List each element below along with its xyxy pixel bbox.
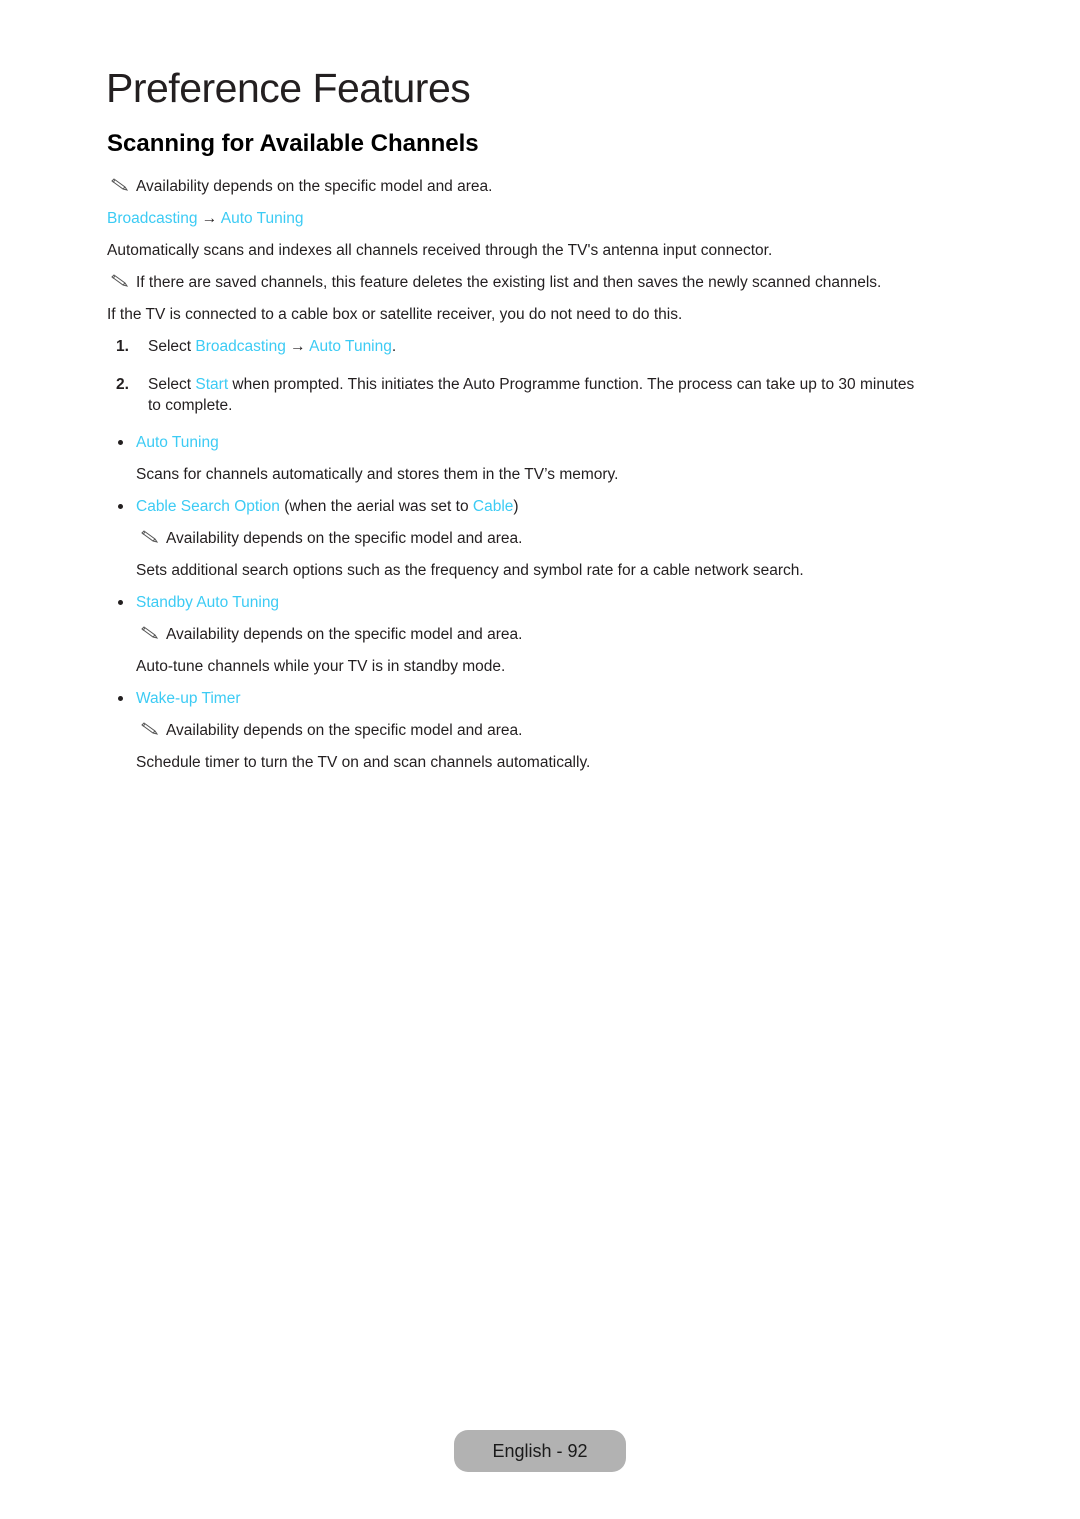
option-description: Auto-tune channels while your TV is in s… bbox=[136, 658, 506, 675]
bullet-dot bbox=[118, 600, 123, 605]
page-number-badge: English - 92 bbox=[454, 1430, 626, 1472]
note-text: Availability depends on the specific mod… bbox=[166, 626, 523, 643]
option-auto-tuning[interactable]: Auto Tuning bbox=[136, 433, 219, 453]
step-2: Select Start when prompted. This initiat… bbox=[148, 375, 914, 395]
bullet-dot bbox=[118, 696, 123, 701]
pencil-note-icon bbox=[110, 178, 130, 192]
option-description: Scans for channels automatically and sto… bbox=[136, 466, 619, 483]
link-cable-search-option[interactable]: Cable Search Option bbox=[136, 498, 280, 515]
link-cable[interactable]: Cable bbox=[473, 498, 514, 515]
option-description: Sets additional search options such as t… bbox=[136, 562, 804, 579]
option-description: Schedule timer to turn the TV on and sca… bbox=[136, 754, 591, 771]
availability-note: Availability depends on the specific mod… bbox=[140, 625, 522, 645]
cable-box-note: If the TV is connected to a cable box or… bbox=[107, 306, 683, 323]
step-number: 2. bbox=[116, 376, 129, 393]
note-text: If there are saved channels, this featur… bbox=[136, 274, 882, 291]
pencil-note-icon bbox=[110, 274, 130, 288]
availability-note: Availability depends on the specific mod… bbox=[140, 529, 522, 549]
page-number-label: English - 92 bbox=[492, 1440, 588, 1461]
availability-note: Availability depends on the specific mod… bbox=[140, 721, 522, 741]
step-2-continued: to complete. bbox=[148, 397, 233, 414]
pencil-note-icon bbox=[140, 722, 160, 736]
step-text: . bbox=[391, 338, 397, 355]
step-number: 1. bbox=[116, 338, 129, 355]
menu-path: Broadcasting → Auto Tuning bbox=[107, 209, 303, 229]
description: Automatically scans and indexes all chan… bbox=[107, 242, 773, 259]
pencil-note-icon bbox=[140, 626, 160, 640]
note-text: Availability depends on the specific mod… bbox=[166, 530, 523, 547]
option-cable-search: Cable Search Option (when the aerial was… bbox=[136, 497, 519, 517]
step-text: Select bbox=[148, 338, 196, 355]
link-broadcasting[interactable]: Broadcasting bbox=[107, 210, 197, 227]
bullet-dot bbox=[118, 440, 123, 445]
bullet-dot bbox=[118, 504, 123, 509]
availability-note: Availability depends on the specific mod… bbox=[110, 177, 492, 197]
step-1: Select Broadcasting → Auto Tuning. bbox=[148, 337, 396, 357]
section-title: Scanning for Available Channels bbox=[107, 130, 479, 157]
step-text: when prompted. This initiates the Auto P… bbox=[228, 376, 915, 393]
option-wake-up-timer[interactable]: Wake-up Timer bbox=[136, 689, 241, 709]
option-qualifier: ) bbox=[513, 498, 519, 515]
link-broadcasting[interactable]: Broadcasting bbox=[195, 338, 285, 355]
option-standby-auto-tuning[interactable]: Standby Auto Tuning bbox=[136, 593, 279, 613]
link-auto-tuning[interactable]: Auto Tuning bbox=[309, 338, 392, 355]
saved-channels-note: If there are saved channels, this featur… bbox=[110, 273, 881, 293]
link-start[interactable]: Start bbox=[195, 376, 228, 393]
link-auto-tuning[interactable]: Auto Tuning bbox=[221, 210, 304, 227]
page-title: Preference Features bbox=[106, 65, 471, 111]
step-text: Select bbox=[148, 376, 196, 393]
arrow: → bbox=[197, 210, 221, 227]
note-text: Availability depends on the specific mod… bbox=[136, 178, 493, 195]
pencil-note-icon bbox=[140, 530, 160, 544]
arrow: → bbox=[285, 338, 310, 355]
note-text: Availability depends on the specific mod… bbox=[166, 722, 523, 739]
option-qualifier: (when the aerial was set to bbox=[279, 498, 473, 515]
